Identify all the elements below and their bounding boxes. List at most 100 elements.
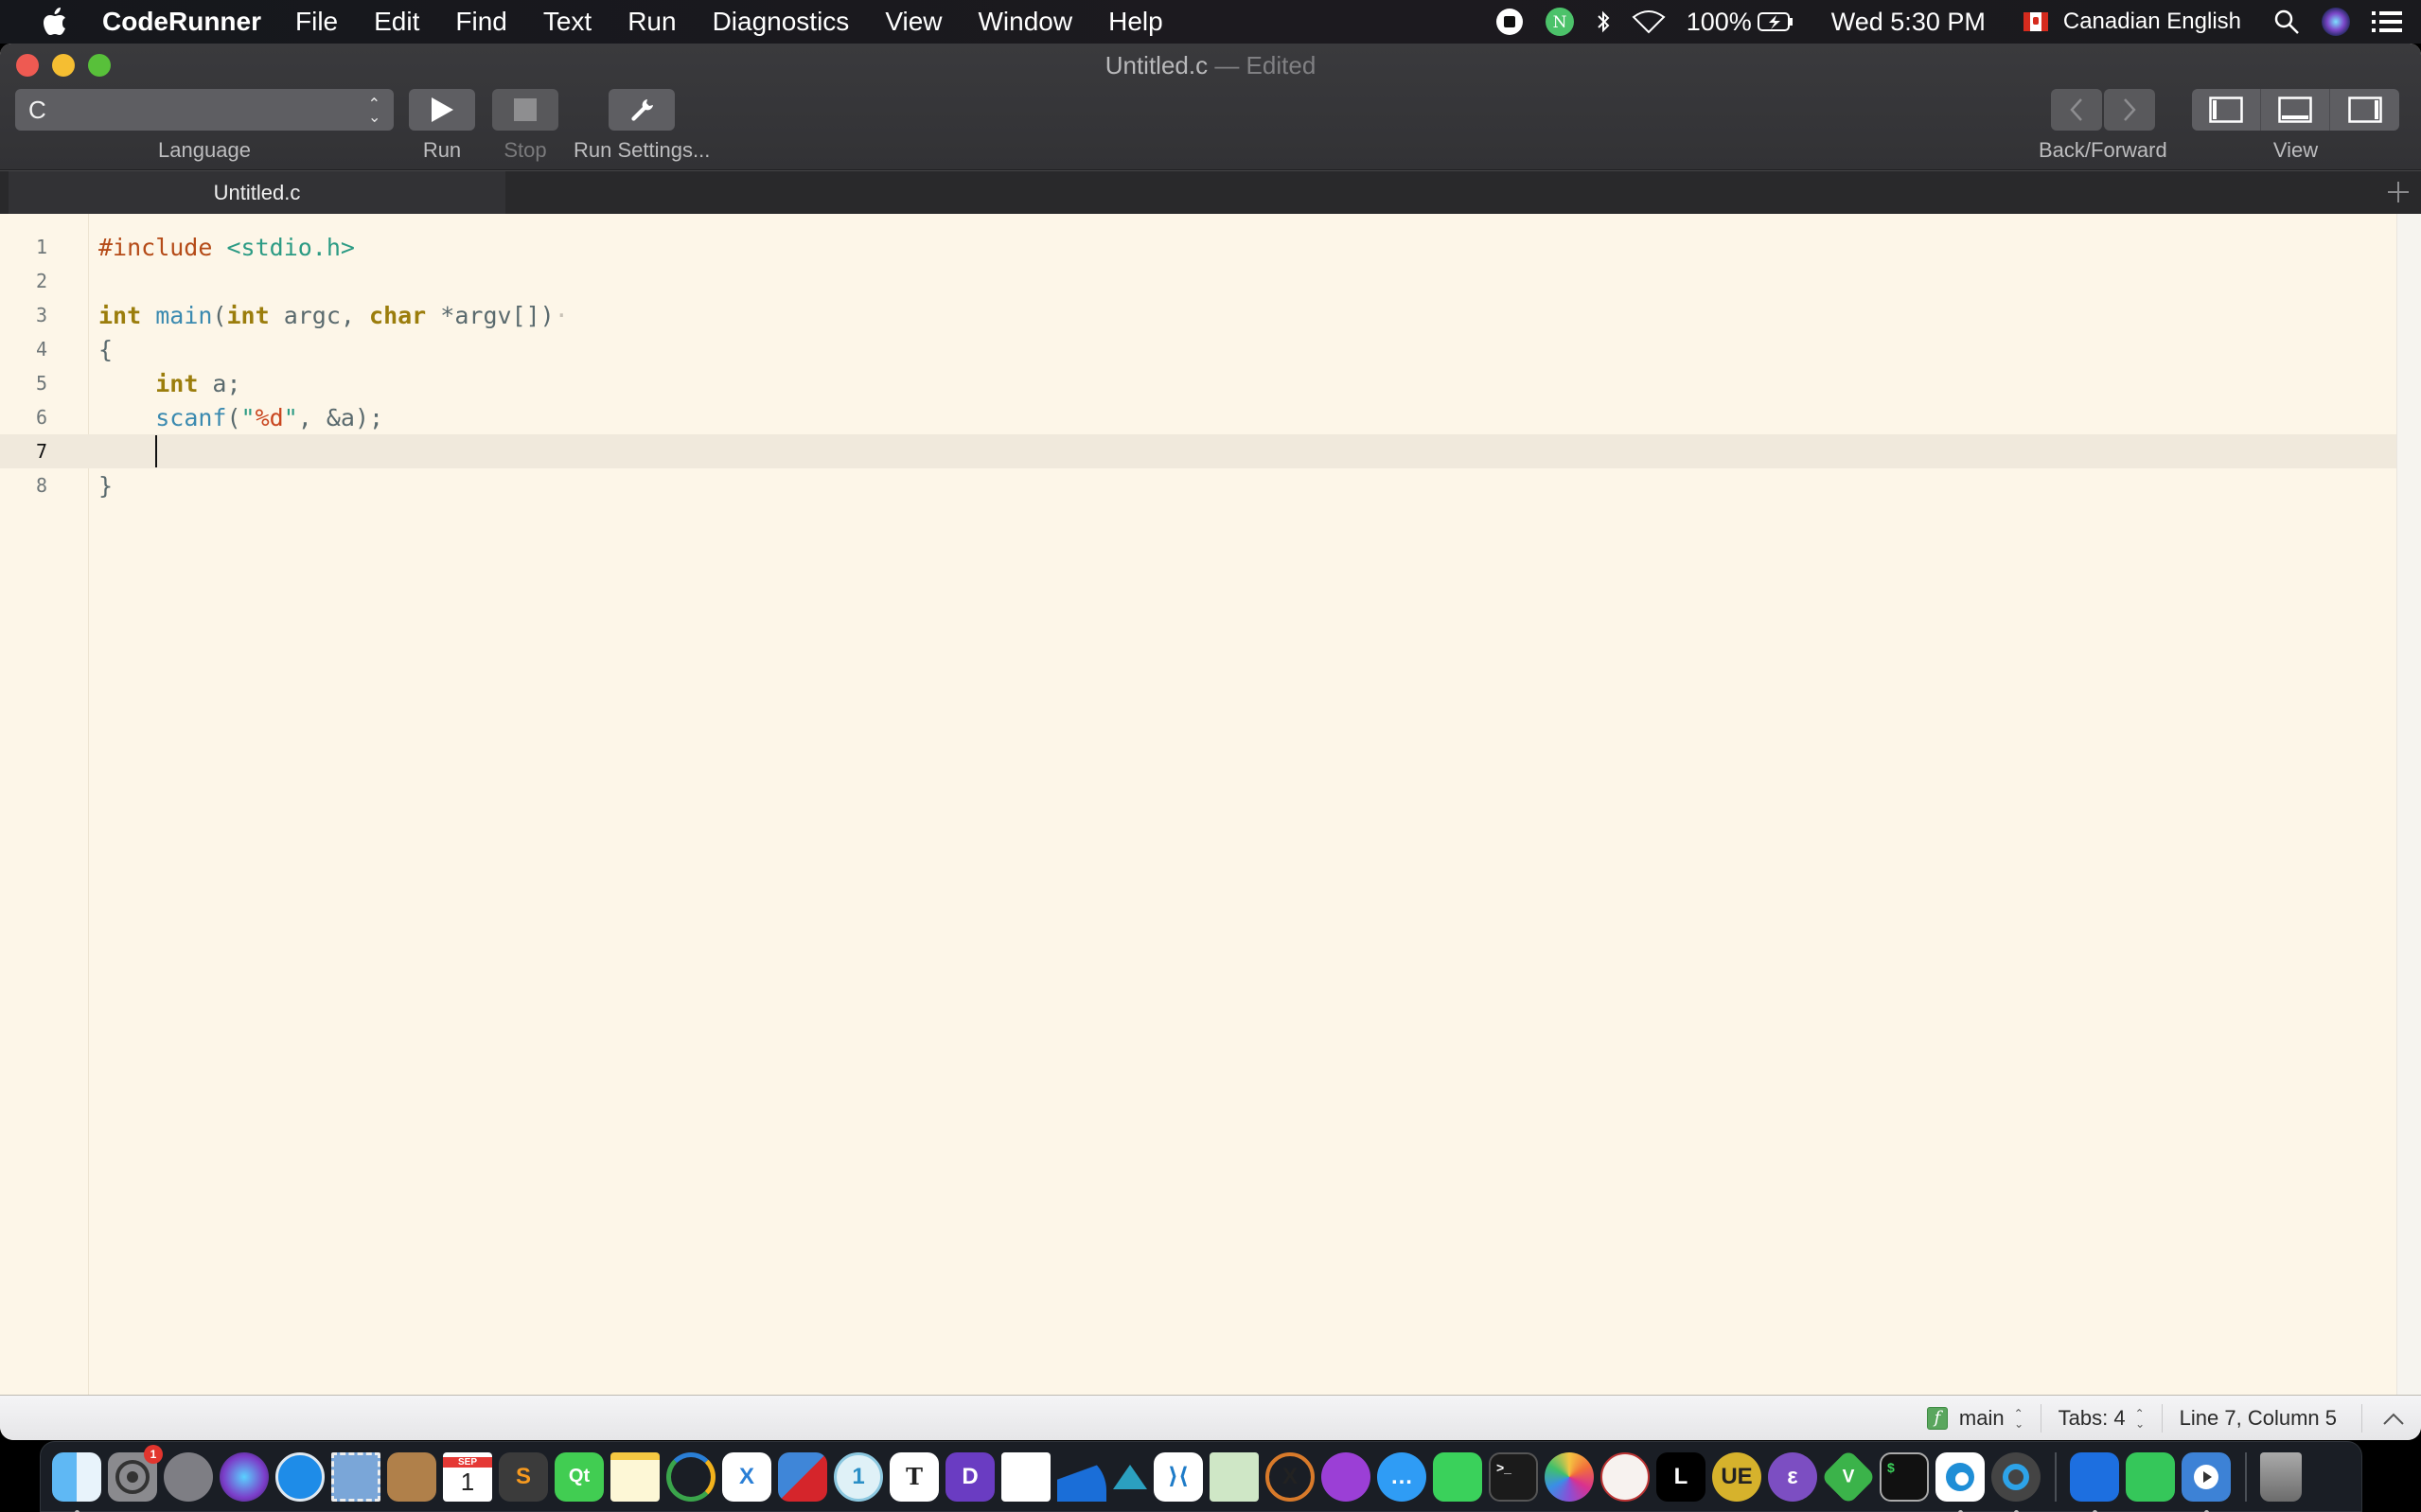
dock-parallels-icon[interactable] xyxy=(778,1451,827,1502)
language-select[interactable]: C ⌃ ⌃ xyxy=(15,89,394,131)
dock-x11-icon[interactable]: X xyxy=(1265,1451,1315,1502)
svg-text:N: N xyxy=(1552,13,1566,32)
dock-photos-icon[interactable] xyxy=(1545,1451,1594,1502)
dock-vscode-icon[interactable]: ⟩⟨ xyxy=(1154,1451,1203,1502)
code-line[interactable]: 5 int a; xyxy=(0,366,2396,400)
toolbar: Untitled.c — Edited C ⌃ ⌃ Language Run St… xyxy=(0,44,2421,170)
stop-button[interactable] xyxy=(492,89,558,131)
notification-center-icon[interactable] xyxy=(2372,10,2402,33)
spotlight-search-icon[interactable] xyxy=(2273,9,2300,35)
wifi-icon[interactable] xyxy=(1632,9,1666,34)
dock-maps-icon[interactable] xyxy=(1210,1451,1259,1502)
menu-app-name[interactable]: CodeRunner xyxy=(102,7,261,37)
siri-icon[interactable] xyxy=(2321,7,2351,37)
run-settings-button[interactable] xyxy=(609,89,676,131)
bottom-panel-icon xyxy=(2278,97,2312,123)
bluetooth-icon[interactable] xyxy=(1596,9,1611,35)
vertical-scrollbar[interactable] xyxy=(2396,214,2421,1395)
toggle-bottom-pane-button[interactable] xyxy=(2261,89,2330,131)
line-number: 7 xyxy=(35,440,48,463)
forward-button[interactable] xyxy=(2103,89,2155,131)
dock-xcode-icon[interactable] xyxy=(2070,1451,2119,1512)
code-line[interactable]: 2 xyxy=(0,264,2396,298)
dock-messages-icon[interactable]: … xyxy=(1377,1451,1426,1502)
dock-ultraedit-icon[interactable]: UE xyxy=(1712,1451,1761,1502)
dock-edge-icon[interactable] xyxy=(1935,1451,1985,1512)
dock-separator xyxy=(2055,1451,2057,1502)
code-line[interactable]: 3 int main(int argc, char *argv[])· xyxy=(0,298,2396,332)
calendar-day: 1 xyxy=(460,1467,475,1496)
tab-untitled-c[interactable]: Untitled.c xyxy=(9,171,505,215)
apple-menu-icon[interactable] xyxy=(36,7,74,37)
function-navigator[interactable]: f main ⌃ ⌃ xyxy=(1910,1396,2041,1440)
dock-1password-icon[interactable]: 1 xyxy=(834,1451,883,1502)
dock-reminders-icon[interactable] xyxy=(1001,1451,1051,1502)
code-text: #include <stdio.h> xyxy=(98,233,355,261)
back-button[interactable] xyxy=(2050,89,2102,131)
code-text: int main(int argc, char *argv[])· xyxy=(98,301,569,329)
toggle-left-pane-button[interactable] xyxy=(2192,89,2261,131)
dock-typora-icon[interactable]: T xyxy=(890,1451,939,1502)
toggle-right-pane-button[interactable] xyxy=(2330,89,2399,131)
menu-help[interactable]: Help xyxy=(1108,7,1163,37)
canadian-flag-icon[interactable] xyxy=(2023,12,2048,31)
run-button[interactable] xyxy=(409,89,475,131)
menu-view[interactable]: View xyxy=(885,7,942,37)
menu-find[interactable]: Find xyxy=(455,7,506,37)
dock-finder-icon[interactable] xyxy=(52,1451,101,1512)
dock-lingo-icon[interactable]: L xyxy=(1656,1451,1705,1502)
dock-sublime-text-icon[interactable]: S xyxy=(499,1451,548,1502)
toggle-console-button[interactable] xyxy=(2362,1396,2421,1440)
menu-file[interactable]: File xyxy=(295,7,338,37)
code-line[interactable]: 4 { xyxy=(0,332,2396,366)
code-line[interactable]: 1 #include <stdio.h> xyxy=(0,230,2396,264)
dock-quicktime-icon[interactable] xyxy=(1991,1451,2041,1512)
back-forward-control xyxy=(2050,89,2155,131)
dock-anaconda-icon[interactable] xyxy=(666,1451,716,1502)
dock-safari-icon[interactable] xyxy=(275,1451,325,1502)
input-source[interactable]: Canadian English xyxy=(2063,9,2241,35)
clock[interactable]: Wed 5:30 PM xyxy=(1831,8,1986,37)
dock-wireshark-icon[interactable] xyxy=(1057,1451,1106,1502)
battery-charging-icon[interactable] xyxy=(1757,11,1794,32)
run-group: Run xyxy=(409,89,475,163)
dock-mail-icon[interactable] xyxy=(331,1451,380,1502)
dock-emacs-icon[interactable]: ε xyxy=(1768,1451,1817,1502)
nordvpn-icon[interactable]: N xyxy=(1545,7,1575,37)
tabs-setting[interactable]: Tabs: 4 ⌃ ⌃ xyxy=(2041,1396,2162,1440)
menu-diagnostics[interactable]: Diagnostics xyxy=(713,7,850,37)
stop-group: Stop xyxy=(492,89,558,163)
dock-trash-icon[interactable] xyxy=(2260,1451,2302,1502)
dock-macvim-icon[interactable]: V xyxy=(1820,1449,1877,1504)
menu-run[interactable]: Run xyxy=(627,7,676,37)
dock-terminal-icon[interactable]: >_ xyxy=(1489,1451,1538,1502)
dock-facetime-icon[interactable] xyxy=(1433,1451,1482,1502)
new-tab-button[interactable] xyxy=(2385,179,2412,205)
dock-notes-icon[interactable] xyxy=(610,1451,660,1502)
dock-contacts-icon[interactable] xyxy=(387,1451,436,1502)
dock-siri-icon[interactable] xyxy=(220,1451,269,1502)
line-number: 5 xyxy=(35,372,48,395)
dock-archive-utility-icon[interactable] xyxy=(2126,1451,2175,1502)
menu-edit[interactable]: Edit xyxy=(374,7,419,37)
dock-podcasts-icon[interactable] xyxy=(1321,1451,1370,1502)
code-editor[interactable]: 1 #include <stdio.h> 2 3 int main(int ar… xyxy=(0,214,2421,1395)
dock-qt-creator-icon[interactable]: Qt xyxy=(555,1451,604,1502)
dock-coderunner-icon[interactable] xyxy=(2182,1451,2231,1512)
dock-iterm-icon[interactable]: $ xyxy=(1880,1451,1929,1502)
code-line-current[interactable]: 7 xyxy=(0,434,2396,468)
dock-xmind-icon[interactable]: X xyxy=(722,1451,771,1502)
dock-racket-icon[interactable] xyxy=(1600,1451,1650,1502)
dock-dash-icon[interactable]: D xyxy=(945,1451,995,1502)
dock-calendar-icon[interactable]: SEP 1 xyxy=(443,1451,492,1502)
dock-affinity-icon[interactable] xyxy=(1113,1464,1147,1489)
screen-recording-icon[interactable] xyxy=(1495,8,1524,36)
code-line[interactable]: 8 } xyxy=(0,468,2396,502)
menu-window[interactable]: Window xyxy=(979,7,1073,37)
code-line[interactable]: 6 scanf("%d", &a); xyxy=(0,400,2396,434)
dock-launchpad-icon[interactable] xyxy=(164,1451,213,1502)
menu-text[interactable]: Text xyxy=(543,7,592,37)
stepper-icon: ⌃ ⌃ xyxy=(2134,1406,2145,1430)
code-text: int a; xyxy=(155,369,241,397)
dock-system-preferences-icon[interactable]: 1 xyxy=(108,1444,163,1502)
